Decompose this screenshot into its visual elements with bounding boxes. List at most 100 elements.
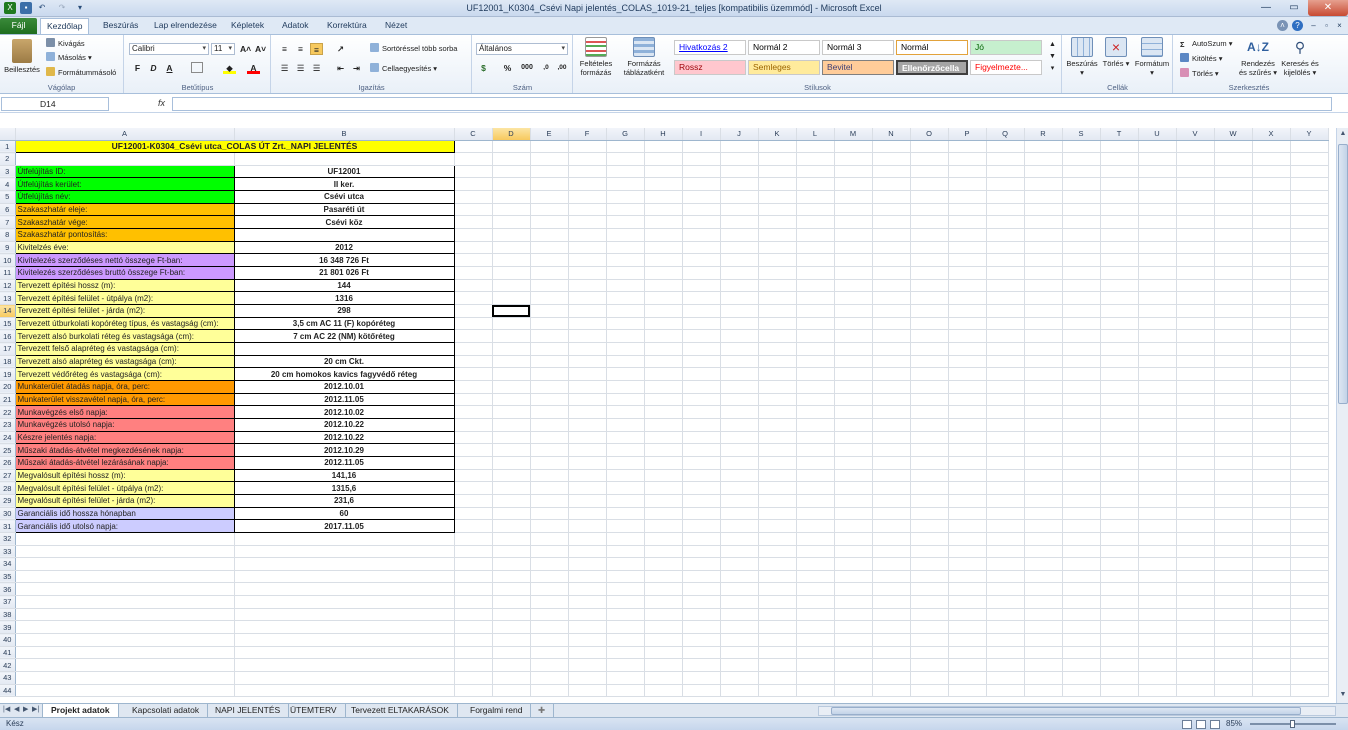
cell[interactable] xyxy=(1024,380,1063,394)
cell[interactable] xyxy=(1062,165,1101,179)
cell[interactable] xyxy=(644,633,683,647)
cell[interactable] xyxy=(568,570,607,584)
cell[interactable] xyxy=(1138,684,1177,698)
workbook-minimize-icon[interactable]: – xyxy=(1308,20,1319,31)
cell[interactable] xyxy=(492,684,531,698)
cell[interactable] xyxy=(530,545,569,559)
cell[interactable] xyxy=(530,266,569,280)
column-header-r[interactable]: R xyxy=(1024,128,1063,141)
cell[interactable] xyxy=(1290,582,1329,597)
row-header[interactable]: 5 xyxy=(0,190,16,204)
label-cell[interactable]: Útfelújítás kerület: xyxy=(14,177,235,192)
cell[interactable] xyxy=(834,582,873,597)
cell[interactable] xyxy=(720,671,759,685)
cell[interactable] xyxy=(1176,570,1215,584)
cell[interactable] xyxy=(834,418,873,432)
cell[interactable] xyxy=(1252,646,1291,660)
sort-filter-button[interactable]: A↓Z Rendezés és szűrés ▾ xyxy=(1238,37,1278,77)
cell[interactable] xyxy=(758,355,797,369)
cell[interactable] xyxy=(720,646,759,660)
cell[interactable] xyxy=(796,380,835,394)
cell[interactable] xyxy=(1062,469,1101,483)
cell[interactable] xyxy=(682,253,721,268)
cell[interactable] xyxy=(644,595,683,609)
cell[interactable] xyxy=(1214,443,1253,457)
cell[interactable] xyxy=(606,152,645,166)
cell[interactable] xyxy=(1176,177,1215,192)
cell[interactable] xyxy=(644,304,683,318)
cell[interactable] xyxy=(682,165,721,179)
cell[interactable] xyxy=(1252,557,1291,571)
cell[interactable] xyxy=(1214,507,1253,521)
cell[interactable] xyxy=(454,418,493,432)
cell[interactable] xyxy=(1138,355,1177,369)
cell[interactable] xyxy=(720,203,759,217)
cell[interactable] xyxy=(1214,620,1253,635)
cell[interactable] xyxy=(606,519,645,533)
cell[interactable] xyxy=(682,241,721,255)
cell[interactable] xyxy=(682,582,721,597)
cell[interactable] xyxy=(568,405,607,419)
autosum-button[interactable]: Σ AutoSzum ▾ xyxy=(1180,38,1232,49)
paste-button[interactable]: Beillesztés xyxy=(2,39,42,74)
cell[interactable] xyxy=(720,342,759,356)
cell[interactable] xyxy=(986,532,1025,546)
cell[interactable] xyxy=(1176,380,1215,394)
cell[interactable] xyxy=(948,469,987,483)
value-cell[interactable]: 144 xyxy=(233,278,455,293)
label-cell[interactable]: Útfelújítás név: xyxy=(14,190,235,204)
cell[interactable] xyxy=(758,557,797,571)
cell[interactable] xyxy=(492,443,531,457)
cell[interactable] xyxy=(872,355,911,369)
cell[interactable] xyxy=(606,317,645,331)
cell[interactable] xyxy=(796,481,835,495)
cell[interactable] xyxy=(454,557,493,571)
cell[interactable] xyxy=(492,532,531,546)
cell[interactable] xyxy=(872,342,911,356)
value-cell[interactable]: 2012 xyxy=(233,240,455,255)
cell[interactable] xyxy=(872,177,911,192)
cell[interactable] xyxy=(1176,545,1215,559)
formula-input[interactable] xyxy=(172,97,1332,111)
cell[interactable] xyxy=(1138,190,1177,204)
cell[interactable] xyxy=(606,443,645,457)
cell[interactable] xyxy=(606,684,645,698)
column-header-g[interactable]: G xyxy=(606,128,645,141)
cell[interactable] xyxy=(1062,646,1101,660)
cell[interactable] xyxy=(1290,253,1329,268)
cell[interactable] xyxy=(454,507,493,521)
cell[interactable] xyxy=(492,620,531,635)
cell[interactable] xyxy=(1138,329,1177,343)
cell[interactable] xyxy=(948,519,987,533)
cell[interactable] xyxy=(1024,228,1063,242)
row-header[interactable]: 6 xyxy=(0,203,16,217)
cell[interactable] xyxy=(644,329,683,343)
label-cell[interactable]: Tervezett útburkolati kopóréteg típus, é… xyxy=(14,316,235,331)
cell[interactable] xyxy=(910,367,949,381)
cell[interactable] xyxy=(910,342,949,356)
cell[interactable] xyxy=(234,671,455,685)
cell[interactable] xyxy=(234,658,455,673)
cell[interactable] xyxy=(1100,443,1139,457)
cell[interactable] xyxy=(986,570,1025,584)
cell[interactable] xyxy=(910,608,949,622)
cell[interactable] xyxy=(796,393,835,407)
cell[interactable] xyxy=(1024,582,1063,597)
help-icon[interactable]: ? xyxy=(1292,20,1303,31)
cell[interactable] xyxy=(720,355,759,369)
cell[interactable] xyxy=(910,684,949,698)
find-select-button[interactable]: ⚲ Keresés és kijelölés ▾ xyxy=(1278,37,1322,77)
cell[interactable] xyxy=(606,570,645,584)
value-cell[interactable]: 3,5 cm AC 11 (F) kopóréteg xyxy=(233,316,455,331)
cell[interactable] xyxy=(910,519,949,533)
cell[interactable] xyxy=(758,646,797,660)
cell[interactable] xyxy=(834,241,873,255)
tab-formulas[interactable]: Képletek xyxy=(225,18,270,34)
cell[interactable] xyxy=(492,152,531,166)
cell[interactable] xyxy=(720,658,759,673)
cell[interactable] xyxy=(796,684,835,698)
cell[interactable] xyxy=(720,582,759,597)
cell[interactable] xyxy=(910,431,949,445)
cell[interactable] xyxy=(986,494,1025,508)
cell[interactable] xyxy=(568,431,607,445)
